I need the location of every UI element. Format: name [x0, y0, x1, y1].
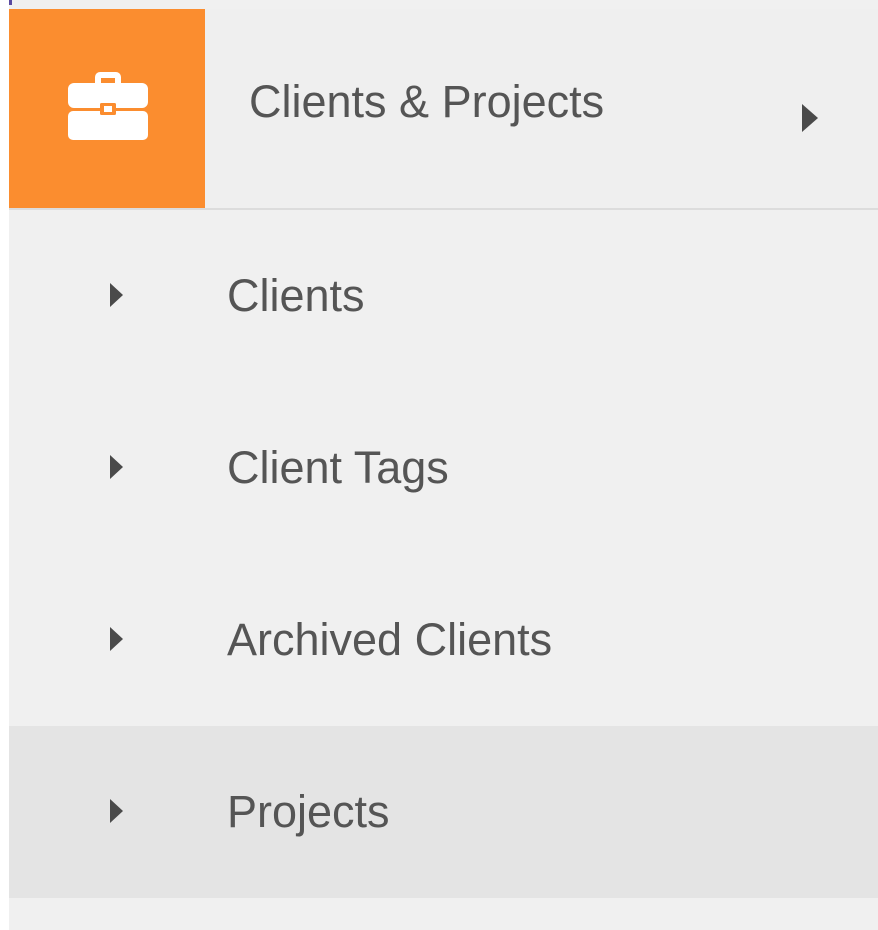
- submenu-item-clients[interactable]: Clients: [9, 210, 878, 382]
- menu-header-label: Clients & Projects: [249, 76, 605, 127]
- submenu-list: Clients Client Tags Archived Clients Pro…: [9, 210, 878, 898]
- submenu-item-projects[interactable]: Projects: [9, 726, 878, 898]
- submenu-item-label: Client Tags: [227, 442, 449, 493]
- sidebar-menu: Clients & Projects Clients Client Tags A…: [9, 5, 878, 930]
- submenu-item-label: Archived Clients: [227, 614, 553, 665]
- submenu-item-label: Projects: [227, 786, 390, 837]
- caret-right-icon: [802, 104, 818, 132]
- caret-right-icon: [110, 799, 123, 823]
- submenu-item-client-tags[interactable]: Client Tags: [9, 382, 878, 554]
- menu-header-clients-projects[interactable]: Clients & Projects: [9, 9, 878, 210]
- menu-header-icon-tile: [9, 9, 205, 208]
- submenu-item-archived-clients[interactable]: Archived Clients: [9, 554, 878, 726]
- submenu-item-label: Clients: [227, 270, 365, 321]
- caret-right-icon: [110, 627, 123, 651]
- caret-right-icon: [110, 455, 123, 479]
- caret-right-icon: [110, 283, 123, 307]
- briefcase-icon: [68, 72, 148, 140]
